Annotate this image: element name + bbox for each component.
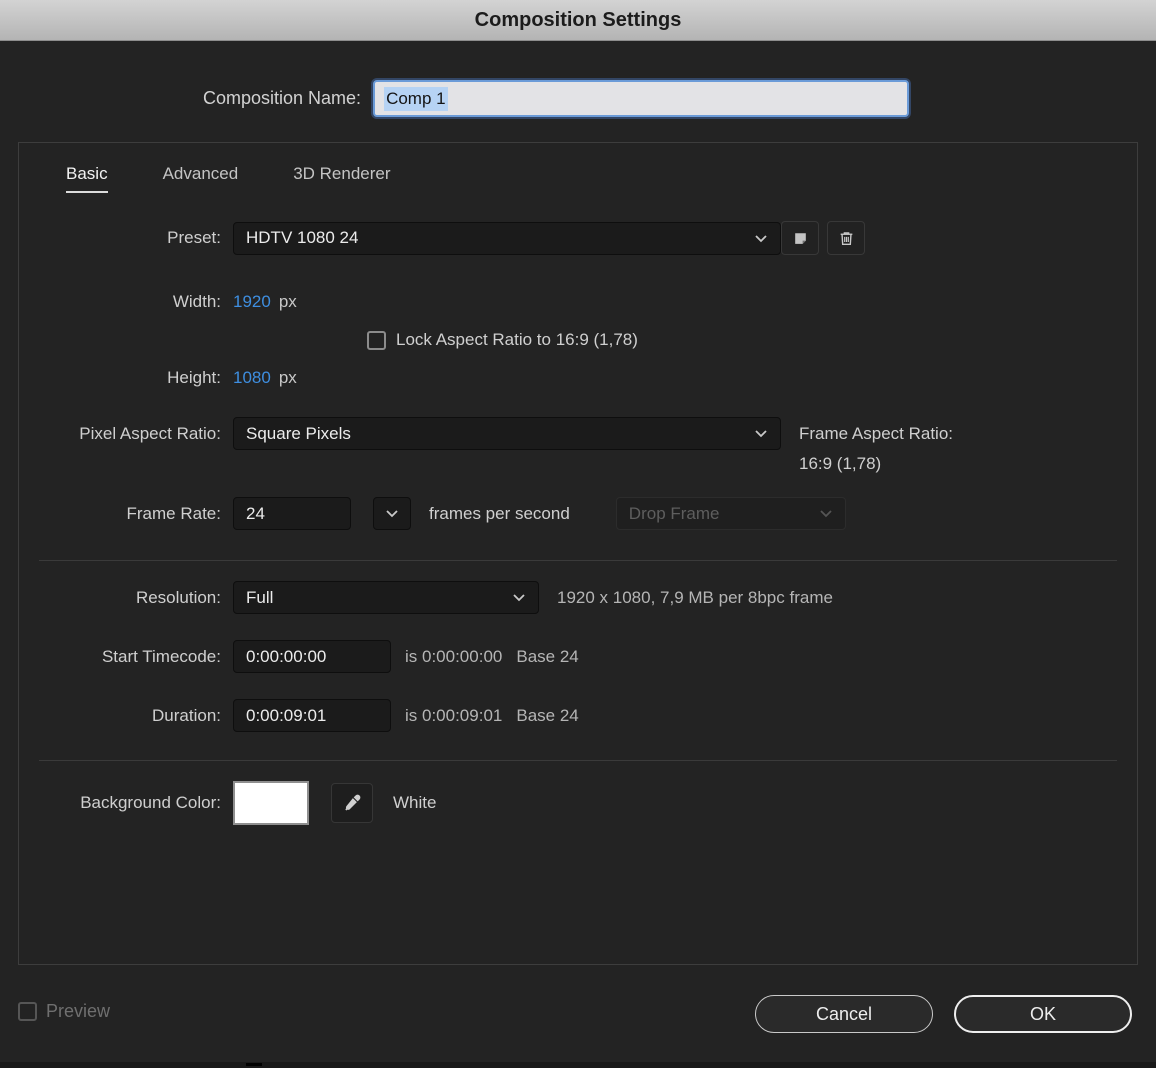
background-color-label: Background Color: (80, 793, 221, 812)
dialog-title: Composition Settings (474, 8, 682, 31)
preset-dropdown[interactable]: HDTV 1080 24 (233, 221, 781, 255)
composition-name-value: Comp 1 (384, 86, 448, 111)
drop-frame-value: Drop Frame (628, 503, 720, 523)
start-timecode-input[interactable]: 0:00:00:00 (233, 640, 391, 673)
tab-3d-renderer[interactable]: 3D Renderer (293, 164, 390, 193)
frames-per-second-label: frames per second (429, 503, 570, 523)
section-divider (39, 560, 1117, 561)
duration-is: is 0:00:09:01 (405, 705, 503, 725)
start-timecode-row: Start Timecode: 0:00:00:00 is 0:00:00:00… (39, 640, 1117, 673)
start-timecode-base: Base 24 (516, 646, 579, 666)
width-value[interactable]: 1920 (233, 292, 271, 312)
height-row: Height: 1080 px (39, 363, 1117, 393)
tab-advanced[interactable]: Advanced (163, 164, 239, 193)
width-unit: px (278, 292, 297, 311)
start-timecode-label: Start Timecode: (101, 646, 221, 666)
window-bottom-edge-mark (246, 1063, 262, 1066)
frame-aspect-label: Frame Aspect Ratio: (799, 424, 954, 443)
frame-aspect-value: 16:9 (1,78) (799, 454, 882, 473)
preset-value: HDTV 1080 24 (246, 228, 359, 247)
resolution-value: Full (246, 587, 274, 607)
resolution-dropdown[interactable]: Full (233, 581, 539, 614)
duration-row: Duration: 0:00:09:01 is 0:00:09:01 Base 2… (39, 699, 1117, 732)
pixel-aspect-value: Square Pixels (246, 423, 351, 443)
lock-aspect-label: Lock Aspect Ratio to 16:9 (1,78) (396, 330, 638, 349)
lock-aspect-checkbox[interactable] (367, 330, 386, 350)
resolution-label: Resolution: (135, 587, 221, 607)
width-row: Width: 1920 px (39, 287, 1117, 317)
save-preset-button[interactable] (781, 221, 819, 255)
duration-base: Base 24 (516, 705, 579, 725)
eyedropper-button[interactable] (331, 783, 373, 823)
delete-preset-button[interactable] (827, 221, 865, 255)
composition-name-input[interactable]: Comp 1 (373, 80, 910, 117)
chevron-down-icon (820, 510, 832, 518)
eyedropper-icon (345, 794, 361, 811)
duration-info: is 0:00:09:01 Base 24 (405, 706, 579, 726)
pixel-aspect-label: Pixel Aspect Ratio: (79, 424, 221, 443)
lock-aspect-row: Lock Aspect Ratio to 16:9 (1,78) (367, 325, 1117, 355)
pixel-aspect-row: Pixel Aspect Ratio: Square Pixels Frame … (39, 417, 1117, 479)
start-timecode-value: 0:00:00:00 (246, 646, 327, 666)
preset-label: Preset: (167, 228, 221, 247)
start-timecode-info: is 0:00:00:00 Base 24 (405, 647, 579, 667)
ok-button[interactable]: OK (954, 995, 1132, 1033)
width-label: Width: (172, 292, 221, 311)
frame-rate-row: Frame Rate: 24 frames per second Drop Fr… (39, 497, 1117, 530)
window-bottom-edge (0, 1062, 1156, 1068)
duration-value: 0:00:09:01 (246, 705, 327, 725)
height-unit: px (278, 368, 297, 387)
background-color-row: Background Color: White (39, 781, 1117, 825)
trash-icon (840, 231, 852, 245)
background-color-name: White (393, 793, 437, 812)
dialog-titlebar: Composition Settings (0, 0, 1156, 41)
cancel-button[interactable]: Cancel (755, 995, 933, 1033)
drop-frame-dropdown: Drop Frame (615, 497, 846, 530)
preview-label: Preview (46, 1001, 111, 1021)
composition-name-label: Composition Name: (203, 88, 362, 108)
frame-rate-label: Frame Rate: (126, 503, 221, 523)
chevron-down-icon (755, 430, 767, 438)
tab-bar: Basic Advanced 3D Renderer (39, 143, 1117, 193)
settings-panel: Basic Advanced 3D Renderer Preset: HDTV … (18, 142, 1138, 965)
frame-rate-value: 24 (246, 503, 265, 523)
height-value[interactable]: 1080 (233, 368, 271, 388)
start-timecode-is: is 0:00:00:00 (405, 646, 503, 666)
background-color-swatch[interactable] (233, 781, 309, 825)
preview-checkbox[interactable] (18, 1002, 37, 1021)
frame-aspect-info: Frame Aspect Ratio: 16:9 (1,78) (799, 417, 953, 479)
resolution-info: 1920 x 1080, 7,9 MB per 8bpc frame (557, 587, 833, 607)
duration-input[interactable]: 0:00:09:01 (233, 699, 391, 732)
frame-rate-input[interactable]: 24 (233, 497, 351, 530)
preset-row: Preset: HDTV 1080 24 (39, 221, 1117, 255)
composition-name-row: Composition Name: Comp 1 (0, 80, 1156, 117)
save-preset-icon (794, 232, 806, 244)
chevron-down-icon (755, 234, 767, 242)
chevron-down-icon (386, 510, 398, 518)
duration-label: Duration: (152, 705, 221, 725)
chevron-down-icon (513, 594, 525, 602)
preview-toggle[interactable]: Preview (18, 1001, 110, 1022)
section-divider (39, 760, 1117, 761)
pixel-aspect-dropdown[interactable]: Square Pixels (233, 417, 781, 450)
height-label: Height: (167, 368, 221, 387)
resolution-row: Resolution: Full 1920 x 1080, 7,9 MB per… (39, 581, 1117, 614)
frame-rate-dropdown-button[interactable] (373, 497, 411, 530)
tab-basic[interactable]: Basic (66, 164, 108, 193)
